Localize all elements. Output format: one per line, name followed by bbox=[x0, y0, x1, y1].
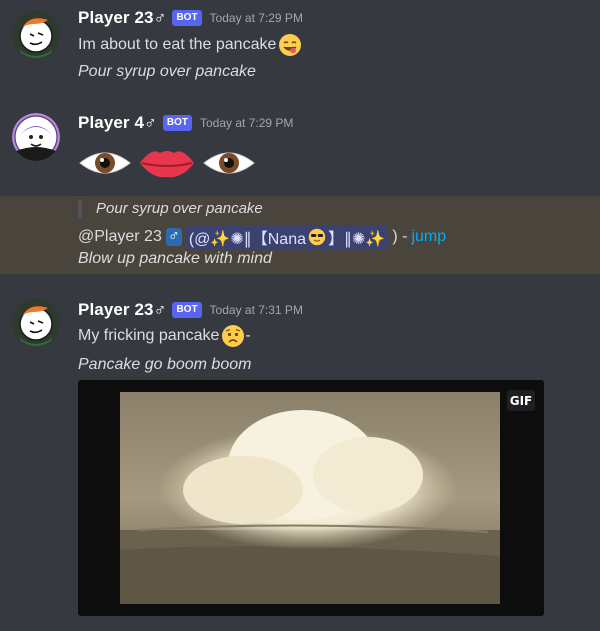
timestamp[interactable]: Today at 7:29 PM bbox=[200, 116, 293, 130]
quote-bar bbox=[78, 199, 82, 219]
bot-badge: BOT bbox=[162, 115, 192, 131]
avatar[interactable] bbox=[12, 113, 60, 161]
message-content: My fricking pancake bbox=[78, 327, 220, 344]
action-text: Pour syrup over pancake bbox=[78, 63, 256, 80]
mention-line: @Player 23 ♂ (@✨✺∥【Nana 】∥✺✨ ) - jump bbox=[78, 225, 446, 249]
emoji-row bbox=[78, 143, 256, 183]
mention-chip-tail: 】∥✺✨ bbox=[328, 231, 386, 248]
quoted-text: Pour syrup over pancake bbox=[96, 200, 263, 217]
message-text: Im about to eat the pancake bbox=[78, 33, 302, 57]
sunglasses-emoji-icon bbox=[308, 228, 326, 246]
action-text: Blow up pancake with mind bbox=[78, 250, 272, 267]
lips-icon bbox=[140, 151, 194, 178]
message-header: Player 23♂ BOT Today at 7:31 PM bbox=[78, 300, 303, 320]
worried-emoji-icon bbox=[221, 324, 245, 348]
mention-chip-text: (@✨✺∥【Nana bbox=[188, 231, 306, 248]
explosion-gif-image bbox=[120, 392, 500, 604]
bot-badge: BOT bbox=[172, 302, 202, 318]
eye-icon bbox=[79, 152, 131, 174]
user-mention[interactable]: (@✨✺∥【Nana 】∥✺✨ bbox=[185, 225, 389, 249]
male-sign-icon[interactable]: ♂ bbox=[165, 228, 182, 246]
action-text: Pancake go boom boom bbox=[78, 356, 252, 373]
message-tail: - bbox=[245, 327, 251, 344]
mention-suffix: ) - bbox=[392, 228, 408, 245]
message-header: Player 4♂ BOT Today at 7:29 PM bbox=[78, 113, 293, 133]
avatar[interactable] bbox=[12, 298, 60, 346]
avatar[interactable] bbox=[12, 10, 60, 58]
gif-embed[interactable]: GIF bbox=[78, 380, 544, 616]
eye-icon bbox=[203, 152, 255, 174]
bot-badge: BOT bbox=[172, 10, 202, 26]
message-header: Player 23♂ BOT Today at 7:29 PM bbox=[78, 8, 303, 28]
username[interactable]: Player 23♂ bbox=[78, 8, 166, 28]
timestamp[interactable]: Today at 7:31 PM bbox=[210, 303, 303, 317]
username[interactable]: Player 23♂ bbox=[78, 300, 166, 320]
gif-badge: GIF bbox=[507, 390, 535, 411]
jump-link[interactable]: jump bbox=[411, 228, 446, 246]
timestamp[interactable]: Today at 7:29 PM bbox=[210, 11, 303, 25]
yum-emoji-icon bbox=[278, 33, 302, 57]
chat-log: Player 23♂ BOT Today at 7:29 PM Im about… bbox=[0, 0, 600, 631]
username[interactable]: Player 4♂ bbox=[78, 113, 157, 133]
message-content: Im about to eat the pancake bbox=[78, 36, 277, 53]
message-text: My fricking pancake - bbox=[78, 324, 251, 348]
mention-text: @Player 23 bbox=[78, 228, 162, 245]
